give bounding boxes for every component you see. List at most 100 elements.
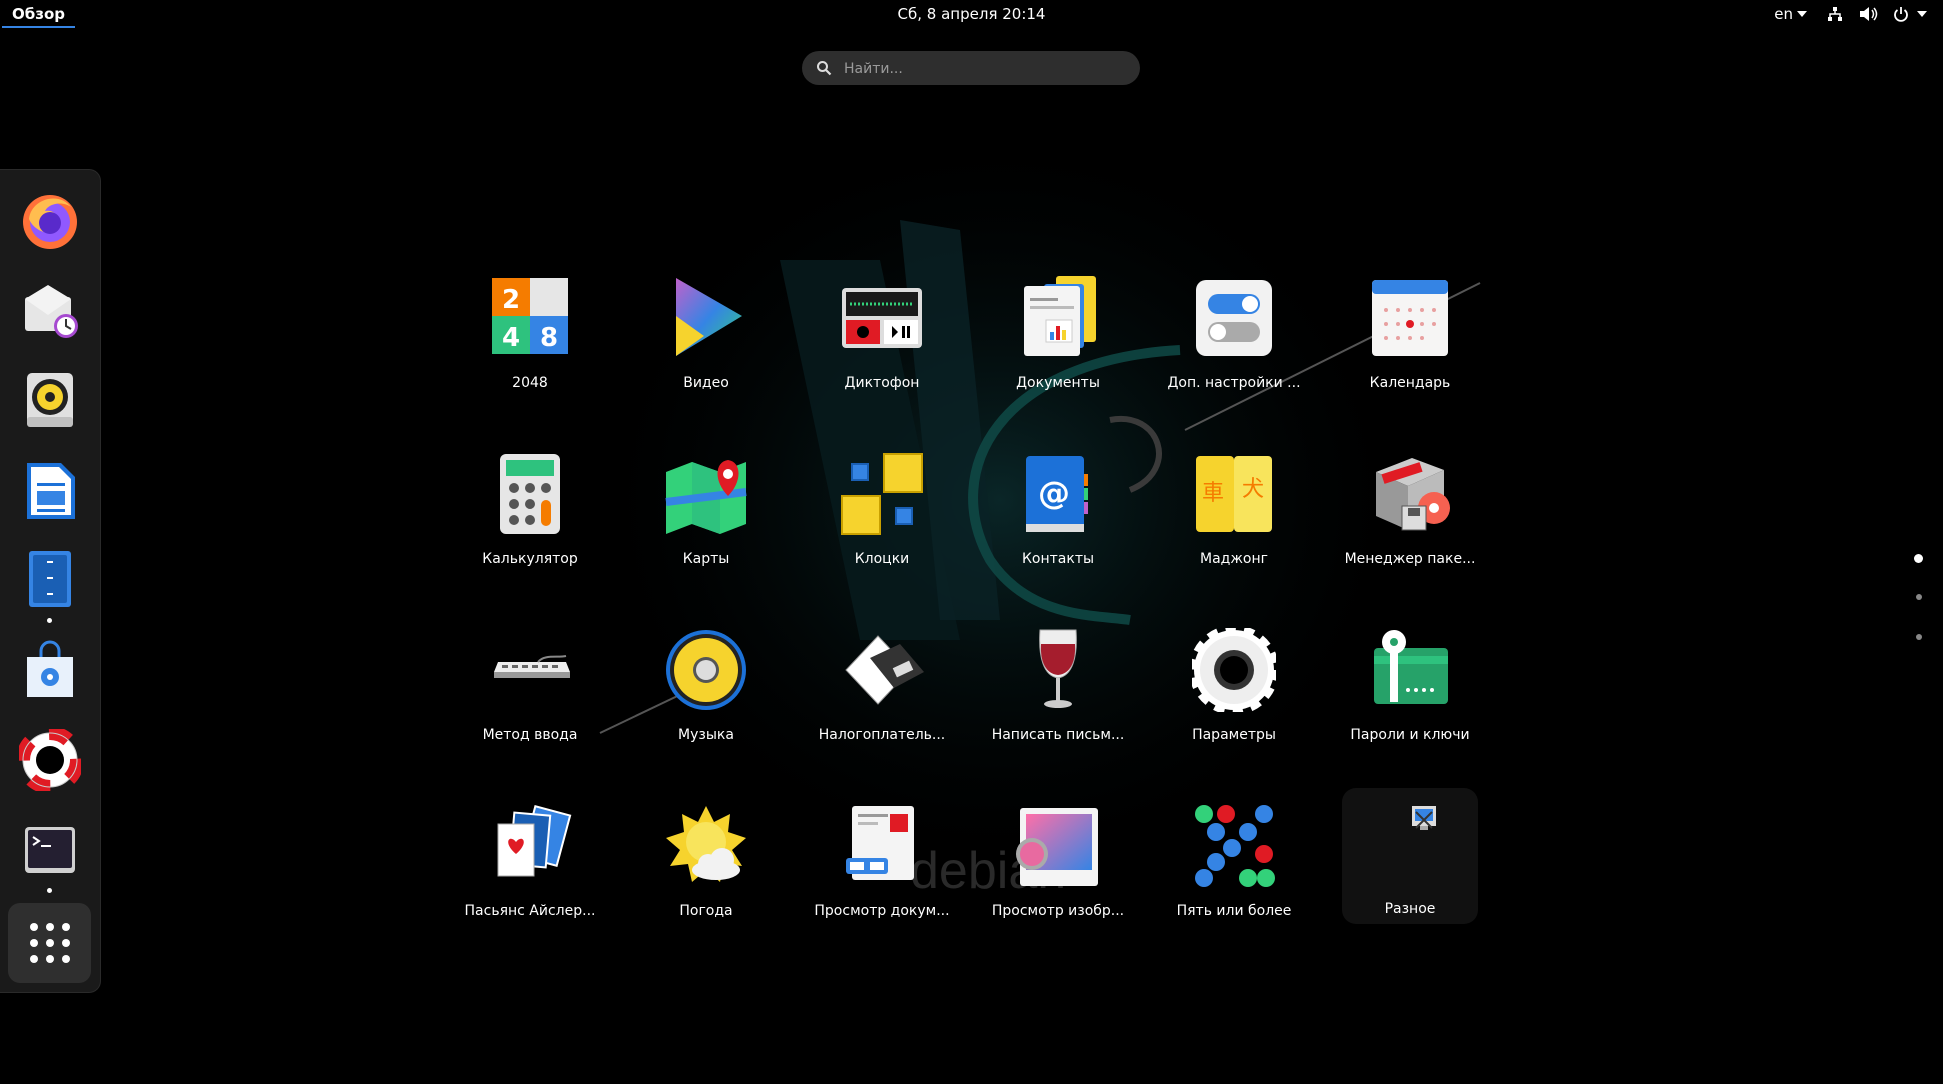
passwords-key-icon (1374, 630, 1448, 704)
app-documents[interactable]: Документы (974, 276, 1142, 446)
libreoffice-writer-icon (27, 463, 75, 519)
dash-item-writer[interactable] (14, 454, 86, 526)
app-label: Музыка (678, 727, 734, 743)
app-label: Маджонг (1199, 551, 1269, 567)
calculator-icon (500, 454, 560, 534)
app-solitaire[interactable]: Пасьянс Айслер... (446, 804, 614, 974)
search-icon (817, 61, 832, 76)
documents-icon (1024, 276, 1096, 356)
app-label: Написать письм... (991, 727, 1125, 743)
five-or-more-icon (1195, 805, 1275, 887)
page-dot[interactable] (1916, 594, 1922, 600)
music-icon (666, 630, 746, 710)
terminal-icon (25, 827, 75, 873)
power-icon (1894, 7, 1908, 22)
files-icon (29, 551, 71, 607)
app-label: Клоцки (854, 551, 910, 567)
search-input[interactable] (842, 51, 1126, 87)
system-indicators: en (1774, 3, 1927, 25)
dash-item-firefox[interactable] (14, 184, 86, 256)
app-label: Пасьянс Айслер... (464, 903, 596, 919)
chevron-down-icon (1917, 11, 1927, 17)
dash-item-software[interactable] (14, 634, 86, 706)
app-contacts[interactable]: @ Контакты (974, 452, 1142, 622)
grid-icon (29, 923, 70, 963)
volume-icon (1860, 7, 1878, 21)
app-image-viewer[interactable]: Просмотр изобр... (974, 804, 1142, 974)
app-maps[interactable]: Карты (622, 452, 790, 622)
system-menu[interactable] (1827, 6, 1927, 22)
settings-gear-icon (1192, 628, 1276, 712)
app-klotski[interactable]: Клоцки (798, 452, 966, 622)
app-calendar[interactable]: Календарь (1326, 276, 1494, 446)
folder-misc-icon (1412, 806, 1436, 830)
network-wired-icon (1828, 7, 1842, 21)
app-taxpayer[interactable]: Налогоплатель... (798, 628, 966, 798)
app-label: Календарь (1369, 375, 1451, 391)
rhythmbox-icon (27, 373, 73, 427)
running-indicator (47, 888, 52, 893)
svg-text:2: 2 (502, 285, 520, 315)
clock-label[interactable]: Сб, 8 апреля 20:14 (898, 5, 1046, 23)
firefox-icon (23, 195, 77, 249)
app-settings[interactable]: Параметры (1150, 628, 1318, 798)
dash-item-mail[interactable] (14, 274, 86, 346)
wallpaper: debian (580, 120, 1481, 900)
app-label: Налогоплатель... (818, 727, 946, 743)
app-folder-misc[interactable]: Разное (1326, 804, 1494, 974)
dash-item-terminal[interactable] (14, 814, 86, 886)
app-wine[interactable]: Написать письм... (974, 628, 1142, 798)
app-label: Менеджер паке... (1344, 551, 1476, 567)
dash-item-files[interactable] (14, 544, 86, 616)
app-passwords[interactable]: Пароли и ключи (1326, 628, 1494, 798)
app-label: Контакты (1021, 551, 1095, 567)
app-tweaks[interactable]: Доп. настройки ... (1150, 276, 1318, 446)
app-label: Калькулятор (482, 551, 578, 567)
app-label: Параметры (1192, 727, 1276, 743)
app-label: Разное (1384, 901, 1436, 917)
tweaks-icon (1196, 280, 1272, 356)
page-dot[interactable] (1916, 634, 1922, 640)
package-manager-icon (1376, 458, 1450, 531)
mahjongg-icon: 車犬 (1196, 456, 1272, 532)
help-lifebuoy-icon (19, 729, 81, 791)
app-calculator[interactable]: Калькулятор (446, 452, 614, 622)
app-label: Пять или более (1176, 903, 1292, 919)
recorder-icon (842, 288, 922, 348)
wine-icon (1039, 629, 1077, 708)
klotski-icon (841, 453, 923, 535)
svg-text:@: @ (1038, 474, 1070, 512)
svg-text:車: 車 (1202, 481, 1224, 506)
top-bar: Обзор Сб, 8 апреля 20:14 en (0, 0, 1943, 30)
svg-text:8: 8 (540, 323, 558, 353)
chevron-down-icon (1797, 11, 1807, 17)
search-box[interactable] (802, 51, 1140, 87)
weather-icon (666, 806, 746, 882)
app-five-or-more[interactable]: Пять или более (1150, 804, 1318, 974)
keyboard-icon (494, 655, 570, 678)
app-input-method[interactable]: Метод ввода (446, 628, 614, 798)
app-label: Документы (1016, 375, 1100, 391)
page-dot-active[interactable] (1914, 554, 1923, 563)
svg-text:4: 4 (502, 323, 520, 353)
software-store-icon (27, 640, 73, 697)
app-document-viewer[interactable]: Просмотр докум... (798, 804, 966, 974)
app-mahjongg[interactable]: 車犬 Маджонг (1150, 452, 1318, 622)
dash-item-rhythmbox[interactable] (14, 364, 86, 436)
app-label: Просмотр докум... (814, 903, 950, 919)
app-2048[interactable]: 2 4 8 2048 (446, 276, 614, 446)
maps-icon (665, 460, 747, 534)
app-weather[interactable]: Погода (622, 804, 790, 974)
app-video[interactable]: Видео (622, 276, 790, 446)
show-apps-button[interactable] (8, 903, 91, 983)
keyboard-layout-indicator[interactable]: en (1774, 3, 1807, 25)
app-label: Пароли и ключи (1350, 727, 1470, 743)
app-music[interactable]: Музыка (622, 628, 790, 798)
dash-item-help[interactable] (14, 724, 86, 796)
taxpayer-icon (845, 635, 924, 705)
app-label: Видео (683, 375, 729, 391)
app-package-manager[interactable]: Менеджер паке... (1326, 452, 1494, 622)
app-label: Погода (679, 903, 733, 919)
image-viewer-icon (1016, 808, 1098, 886)
app-recorder[interactable]: Диктофон (798, 276, 966, 446)
